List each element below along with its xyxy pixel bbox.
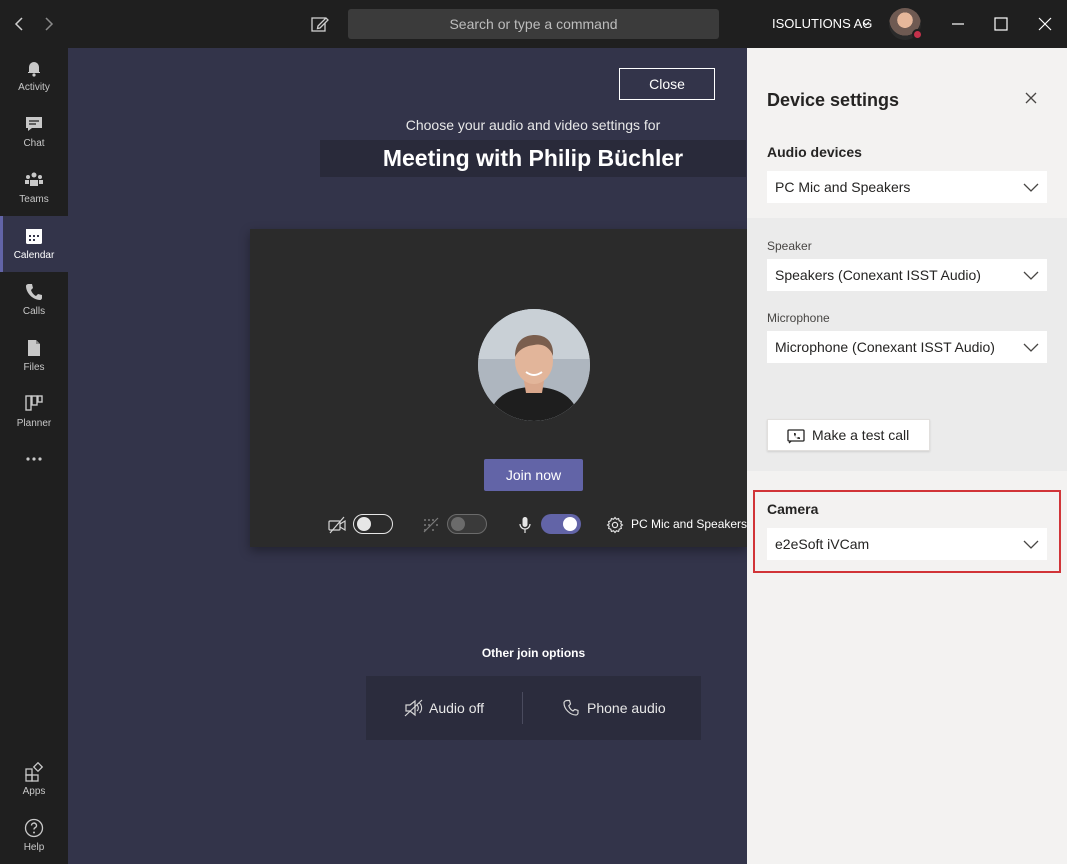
other-join-options: Audio off Phone audio: [366, 676, 701, 740]
rail-item-calls[interactable]: Calls: [0, 272, 68, 328]
calendar-icon: [26, 229, 42, 244]
make-test-call-button[interactable]: Make a test call: [767, 419, 930, 451]
rail-item-activity[interactable]: Activity: [0, 48, 68, 104]
speaker-dropdown[interactable]: Speakers (Conexant ISST Audio): [767, 259, 1047, 291]
audio-off-button[interactable]: Audio off: [429, 700, 484, 716]
microphone-icon: [519, 517, 531, 533]
audio-devices-heading: Audio devices: [767, 144, 862, 160]
person-photo-icon: [478, 309, 590, 421]
file-icon: [28, 340, 40, 356]
rail-item-calendar[interactable]: Calendar: [0, 216, 68, 272]
rail-item-files[interactable]: Files: [0, 328, 68, 384]
back-arrow-icon[interactable]: [10, 14, 30, 34]
search-input[interactable]: Search or type a command: [348, 9, 719, 39]
chevron-down-icon: [1023, 183, 1039, 192]
rail-item-label: Calls: [22, 306, 46, 317]
microphone-label: Microphone: [767, 311, 830, 325]
rail-item-chat[interactable]: Chat: [0, 104, 68, 160]
gear-icon[interactable]: [606, 516, 624, 534]
chevron-down-icon: [1023, 343, 1039, 352]
camera-heading: Camera: [767, 501, 819, 517]
chevron-down-icon: [1023, 271, 1039, 280]
teams-icon: [25, 172, 43, 186]
ellipsis-icon: [26, 457, 42, 461]
chevron-down-icon[interactable]: [861, 19, 871, 29]
bell-icon: [28, 62, 40, 77]
planner-icon: [25, 395, 43, 411]
rail-item-label: Calendar: [13, 250, 55, 261]
dropdown-value: Microphone (Conexant ISST Audio): [775, 339, 995, 355]
rail-item-label: Teams: [19, 194, 49, 205]
dropdown-value: e2eSoft iVCam: [775, 536, 870, 552]
audio-device-label[interactable]: PC Mic and Speakers: [631, 517, 747, 531]
help-icon: [24, 818, 44, 838]
chat-icon: [26, 117, 42, 131]
microphone-dropdown[interactable]: Microphone (Conexant ISST Audio): [767, 331, 1047, 363]
rail-item-label: Planner: [16, 418, 52, 429]
audio-device-dropdown[interactable]: PC Mic and Speakers: [767, 171, 1047, 203]
dropdown-value: Speakers (Conexant ISST Audio): [775, 267, 981, 283]
blur-toggle[interactable]: [447, 514, 487, 534]
rail-item-apps[interactable]: Apps: [0, 752, 68, 808]
phone-icon: [26, 284, 42, 300]
profile-photo: [478, 309, 590, 421]
rail-item-label: Apps: [22, 786, 46, 797]
video-preview: Join now PC Mic and Speakers: [250, 229, 747, 547]
meeting-title: Meeting with Philip Büchler: [320, 140, 746, 177]
camera-off-icon: [328, 516, 346, 534]
presence-busy-icon: [912, 29, 923, 40]
join-now-button[interactable]: Join now: [484, 459, 583, 491]
divider: [522, 692, 523, 724]
test-call-label: Make a test call: [812, 427, 910, 443]
more-apps-button[interactable]: [0, 444, 68, 474]
forward-arrow-icon[interactable]: [38, 14, 58, 34]
rail-item-label: Chat: [23, 138, 45, 149]
close-button[interactable]: Close: [619, 68, 715, 100]
phone-audio-button[interactable]: Phone audio: [587, 700, 666, 716]
panel-title: Device settings: [767, 90, 900, 110]
rail-item-planner[interactable]: Planner: [0, 384, 68, 440]
minimize-icon[interactable]: [948, 14, 968, 34]
mic-toggle[interactable]: [541, 514, 581, 534]
other-join-options-title: Other join options: [481, 646, 586, 660]
rail-item-teams[interactable]: Teams: [0, 160, 68, 216]
test-call-icon: [787, 429, 805, 444]
apps-icon: [25, 762, 44, 782]
title-bar: Search or type a command ISOLUTIONS AG: [0, 0, 1067, 48]
phone-icon: [563, 699, 579, 716]
rail-item-help[interactable]: Help: [0, 808, 68, 864]
speaker-label: Speaker: [767, 239, 812, 253]
chevron-down-icon: [1023, 540, 1039, 549]
org-switcher[interactable]: ISOLUTIONS AG: [772, 16, 872, 31]
camera-toggle[interactable]: [353, 514, 393, 534]
dropdown-value: PC Mic and Speakers: [775, 179, 911, 195]
camera-dropdown[interactable]: e2eSoft iVCam: [767, 528, 1047, 560]
rail-item-label: Files: [23, 362, 45, 373]
maximize-icon[interactable]: [991, 14, 1011, 34]
device-settings-panel: Device settings Audio devices PC Mic and…: [747, 48, 1067, 864]
background-blur-icon: [423, 517, 439, 533]
close-window-icon[interactable]: [1035, 14, 1055, 34]
app-rail: Activity Chat Teams Calendar Calls Files…: [0, 48, 68, 864]
rail-item-label: Help: [23, 842, 45, 853]
speaker-off-icon: [404, 699, 423, 717]
rail-item-label: Activity: [18, 82, 50, 93]
close-icon[interactable]: [1023, 90, 1039, 106]
choose-settings-text: Choose your audio and video settings for: [405, 117, 661, 133]
compose-icon[interactable]: [309, 13, 331, 35]
